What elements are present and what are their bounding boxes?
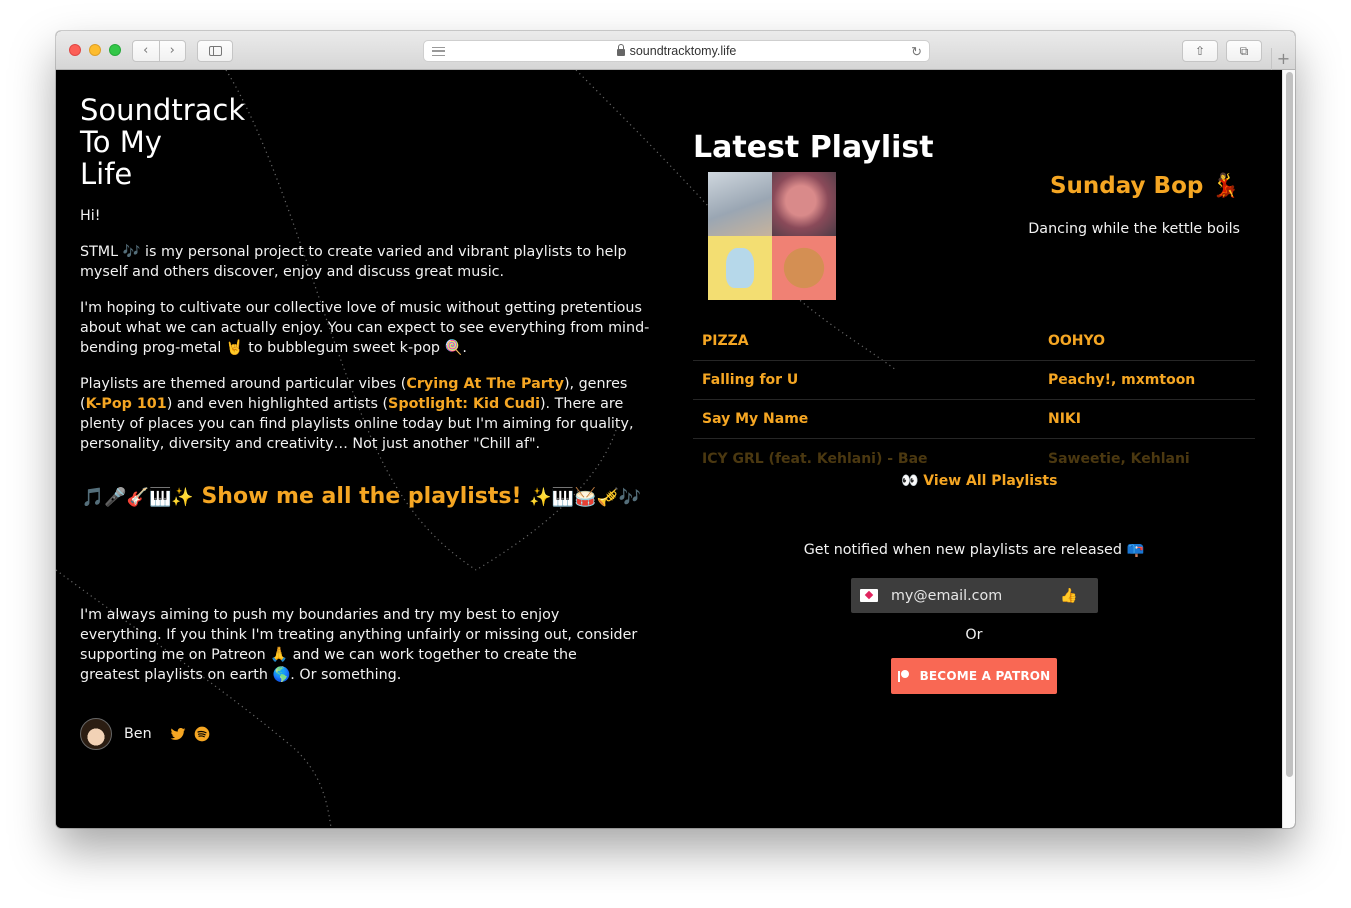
music-emoji-row: ✨🎹🥁🎺🎶	[529, 487, 642, 508]
track-list: PIZZA OOHYO Falling for U Peachy!, mxmto…	[693, 322, 1255, 478]
show-tabs-button[interactable]: ⧉	[1226, 40, 1262, 62]
forward-button[interactable]: ›	[159, 41, 185, 61]
patreon-icon	[897, 670, 910, 682]
site-title-line: Soundtrack	[80, 93, 246, 127]
vertical-scrollbar[interactable]	[1282, 70, 1295, 828]
text-fragment: ) and even highlighted artists (	[166, 396, 389, 412]
back-button[interactable]: ‹	[133, 41, 159, 61]
share-icon: ⇧	[1194, 44, 1206, 58]
browser-window: ‹ › soundtracktomy.life ↻ ⇧ ⧉ + Soundtra…	[56, 31, 1295, 828]
new-tab-button[interactable]: +	[1271, 48, 1295, 70]
track-artist: Saweetie, Kehlani	[1048, 450, 1190, 467]
avatar	[80, 718, 112, 750]
playlist-cover-art[interactable]	[708, 172, 836, 300]
spotify-icon[interactable]	[194, 726, 210, 742]
track-row[interactable]: Falling for U Peachy!, mxmtoon	[693, 361, 1255, 400]
outro-paragraph: I'm always aiming to push my boundaries …	[80, 607, 638, 683]
playlist-link-kpop-101[interactable]: K-Pop 101	[86, 396, 167, 412]
track-artist: OOHYO	[1048, 333, 1106, 349]
track-row[interactable]: PIZZA OOHYO	[693, 322, 1255, 361]
intro-paragraph: I'm hoping to cultivate our collective l…	[80, 300, 650, 356]
playlist-link-crying-at-the-party[interactable]: Crying At The Party	[406, 376, 564, 392]
twitter-icon[interactable]	[170, 726, 186, 742]
or-divider: Or	[965, 627, 983, 643]
reader-view-icon[interactable]	[432, 47, 445, 56]
page-content: Soundtrack To My Life Hi! STML 🎶 is my p…	[56, 70, 1282, 828]
notify-prompt: Get notified when new playlists are rele…	[803, 542, 1145, 558]
url-text: soundtracktomy.life	[629, 44, 737, 58]
text-fragment: Playlists are themed around particular v…	[80, 376, 407, 392]
playlist-link-spotlight-kid-cudi[interactable]: Spotlight: Kid Cudi	[388, 396, 540, 412]
all-playlists-label: Show me all the playlists!	[201, 484, 522, 509]
latest-playlist-heading: Latest Playlist	[693, 130, 934, 165]
site-title-line: Life	[80, 157, 133, 191]
author-name: Ben	[124, 726, 152, 742]
browser-toolbar: ‹ › soundtracktomy.life ↻ ⇧ ⧉ +	[56, 31, 1295, 70]
track-name: ICY GRL (feat. Kehlani) - Bae	[702, 450, 928, 467]
scrollbar-thumb[interactable]	[1286, 72, 1293, 777]
lock-icon	[616, 43, 625, 56]
sidebar-icon	[208, 46, 222, 56]
history-nav: ‹ ›	[132, 40, 186, 62]
zoom-window-button[interactable]	[109, 44, 121, 56]
submit-email-button[interactable]: 👍	[1060, 588, 1077, 604]
track-row[interactable]: Say My Name NIKI	[693, 400, 1255, 439]
cover-tile	[708, 236, 772, 300]
track-artist: Peachy!, mxmtoon	[1048, 372, 1196, 388]
address-bar[interactable]: soundtracktomy.life ↻	[423, 40, 930, 62]
tabs-icon: ⧉	[1239, 43, 1249, 58]
track-artist: NIKI	[1048, 411, 1081, 427]
intro-text: Hi! STML 🎶 is my personal project to cre…	[80, 206, 650, 470]
social-links	[170, 726, 210, 742]
track-name: PIZZA	[702, 333, 749, 349]
become-patron-button[interactable]: BECOME A PATRON	[891, 658, 1057, 694]
playlist-name-link[interactable]: Sunday Bop 💃	[1050, 172, 1240, 199]
close-window-button[interactable]	[69, 44, 81, 56]
site-title[interactable]: Soundtrack To My Life	[80, 94, 245, 190]
greeting: Hi!	[80, 208, 101, 224]
author-bar: Ben	[80, 718, 210, 750]
email-signup-form: 👍	[851, 578, 1098, 613]
view-all-playlists-link[interactable]: 👀 View All Playlists	[901, 473, 1057, 489]
intro-paragraph: STML 🎶 is my personal project to create …	[80, 244, 627, 280]
cover-tile	[772, 172, 836, 236]
cover-tile	[708, 172, 772, 236]
intro-paragraph: Playlists are themed around particular v…	[80, 374, 650, 454]
cover-tile	[772, 236, 836, 300]
sidebar-toggle-button[interactable]	[197, 40, 233, 62]
music-emoji-row: 🎵🎤🎸🎹✨	[81, 487, 194, 508]
minimize-window-button[interactable]	[89, 44, 101, 56]
love-letter-icon	[860, 589, 878, 602]
playlist-description: Dancing while the kettle boils	[1028, 221, 1240, 237]
track-name: Falling for U	[702, 372, 799, 388]
patron-button-label: BECOME A PATRON	[919, 669, 1051, 683]
email-field[interactable]	[891, 587, 1056, 604]
reload-icon[interactable]: ↻	[911, 44, 922, 60]
share-button[interactable]: ⇧	[1182, 40, 1218, 62]
all-playlists-link[interactable]: 🎵🎤🎸🎹✨ Show me all the playlists! ✨🎹🥁🎺🎶	[80, 484, 643, 509]
track-name: Say My Name	[702, 411, 809, 427]
site-title-line: To My	[80, 125, 162, 159]
